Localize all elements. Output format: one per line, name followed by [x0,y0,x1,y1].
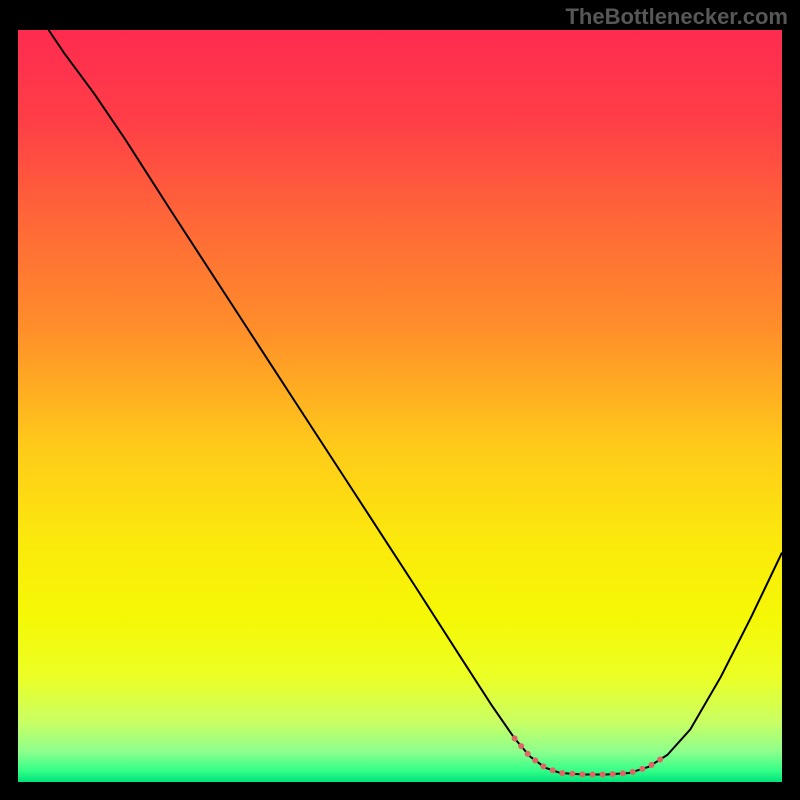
bottleneck-chart [18,30,782,782]
watermark-text: TheBottlenecker.com [565,4,788,30]
chart-container: { "watermark": "TheBottlenecker.com", "c… [0,0,800,800]
gradient-background [18,30,782,782]
